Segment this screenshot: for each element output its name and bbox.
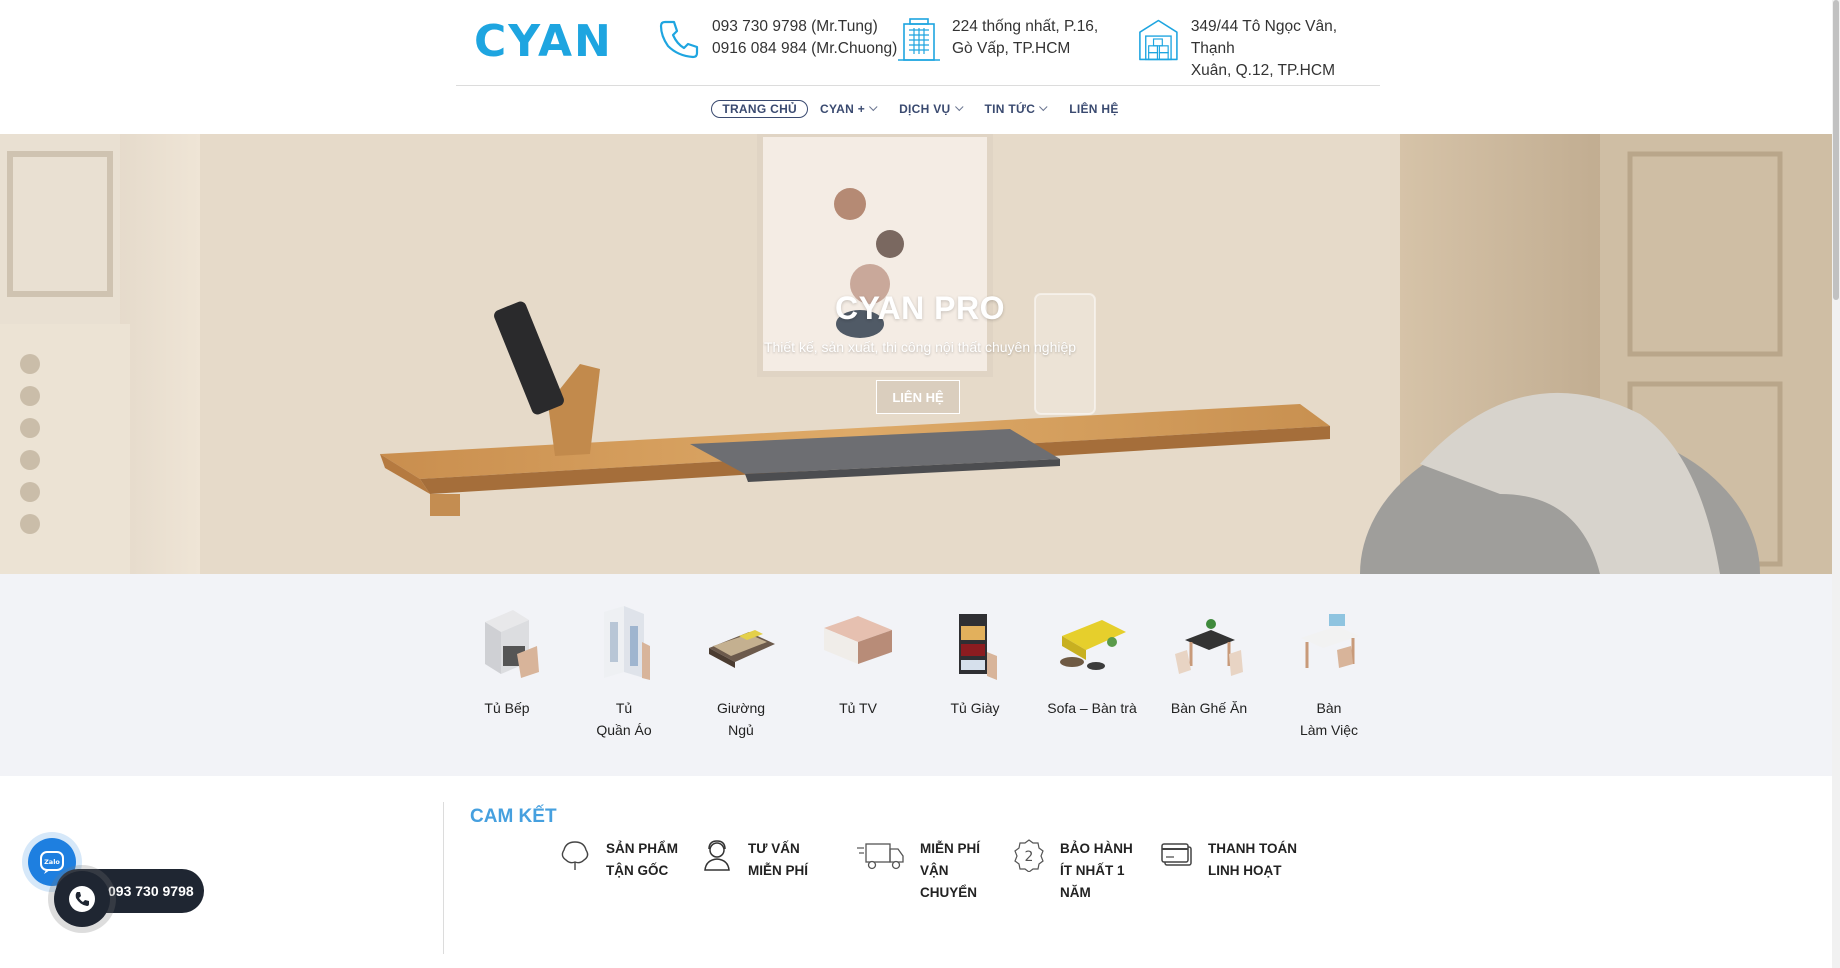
category-bed[interactable]: Giường Ngủ [686, 602, 796, 741]
shoe-cabinet-icon [959, 614, 997, 680]
hero-banner: CYAN PRO Thiết kế, sản xuất, thi công nộ… [0, 134, 1840, 574]
category-dining-table-label: Bàn Ghế Ăn [1170, 700, 1248, 716]
zalo-icon: Zalo [40, 851, 64, 874]
building-icon [898, 18, 940, 61]
category-shoe-cabinet-label: Tủ Giày [950, 700, 1000, 716]
category-sofa-label: Sofa – Bàn trà [1047, 700, 1137, 716]
category-tv-cabinet[interactable]: Tủ TV [803, 602, 913, 719]
factory-icon [1139, 19, 1178, 61]
scrollbar-thumb[interactable] [1833, 0, 1839, 300]
chevron-down-icon [869, 102, 878, 112]
category-work-desk[interactable]: Bàn Làm Việc [1274, 602, 1384, 741]
dining-table-icon [1175, 619, 1243, 676]
contact-phone[interactable]: 093 730 9798 (Mr.Tung) 0916 084 984 (Mr.… [656, 16, 897, 62]
chevron-down-icon [954, 102, 964, 112]
contact-factory: 349/44 Tô Ngọc Vân, Thạnh Xuân, Q.12, TP… [1136, 16, 1380, 82]
consultant-icon [704, 840, 730, 871]
category-strip: Tủ Bếp Tủ Quần Áo Giường Ngủ Tủ TV Tủ Gi… [0, 574, 1840, 776]
commitment-item-warranty: 2 BẢO HÀNH ÍT NHẤT 1 NĂM [1012, 838, 1133, 904]
nav-item-contact-label: LIÊN HỆ [1069, 102, 1119, 116]
hotline-number: 093 730 9798 [108, 883, 194, 899]
commitment-item-consult: TƯ VẤN MIỄN PHÍ [700, 838, 808, 882]
category-bed-label: Giường Ngủ [716, 700, 766, 738]
category-sofa[interactable]: Sofa – Bàn trà [1037, 602, 1147, 719]
nav-item-home[interactable]: TRANG CHỦ [711, 100, 809, 118]
commitment-item-payment: THANH TOÁN LINH HOẠT [1160, 838, 1297, 882]
category-kitchen-cabinet[interactable]: Tủ Bếp [452, 602, 562, 719]
commitment-title: CAM KẾT [470, 806, 557, 827]
category-work-desk-label: Bàn Làm Việc [1299, 700, 1359, 738]
nav-item-home-label: TRANG CHỦ [722, 102, 798, 116]
bed-icon [709, 630, 775, 668]
contact-factory-line1: 349/44 Tô Ngọc Vân, Thạnh [1190, 18, 1338, 57]
contact-office-line2: Gò Vấp, TP.HCM [952, 40, 1071, 57]
credit-card-icon [1161, 843, 1192, 866]
header-top-bar: CYAN 093 730 9798 (Mr.Tung) 0916 084 984… [456, 0, 1380, 86]
commitment-item-shipping-label: MIỄN PHÍ VẬN CHUYỂN [920, 841, 981, 900]
phone-icon [659, 20, 699, 59]
phone-call-icon [69, 886, 95, 912]
svg-text:2: 2 [1025, 849, 1034, 865]
zalo-label: Zalo [44, 858, 60, 866]
nav-item-services-label: DỊCH VỤ [899, 102, 951, 116]
nav-item-news[interactable]: TIN TỨC [975, 100, 1058, 118]
commitment-item-warranty-label: BẢO HÀNH ÍT NHẤT 1 NĂM [1060, 841, 1133, 900]
truck-icon [857, 843, 904, 870]
category-dining-table[interactable]: Bàn Ghế Ăn [1154, 602, 1264, 719]
section-divider [443, 802, 444, 954]
category-shoe-cabinet[interactable]: Tủ Giày [920, 602, 1030, 719]
contact-phone-line2: 0916 084 984 (Mr.Chuong) [712, 40, 898, 57]
contact-office: 224 thống nhất, P.16, Gò Vấp, TP.HCM [896, 16, 1098, 62]
category-kitchen-cabinet-label: Tủ Bếp [484, 700, 530, 716]
page-scrollbar[interactable] [1832, 0, 1840, 968]
logo[interactable]: CYAN [474, 16, 613, 67]
commitment-item-consult-label: TƯ VẤN MIỄN PHÍ [748, 841, 809, 878]
nav-item-cyan-plus[interactable]: CYAN + [810, 100, 887, 118]
hero-title: CYAN PRO [835, 290, 1005, 326]
hero-subtitle: Thiết kế, sản xuất, thi công nội thất ch… [763, 339, 1077, 355]
tv-cabinet-icon [824, 616, 892, 664]
nav-item-contact[interactable]: LIÊN HỆ [1059, 100, 1128, 118]
commitment-item-origin-label: SẢN PHẨM TẬN GỐC [606, 841, 679, 878]
main-nav: TRANG CHỦ CYAN + DỊCH VỤ TIN TỨC LIÊN HỆ [0, 100, 1840, 118]
commitment-section: CAM KẾT SẢN PHẨM TẬN GỐC TƯ VẤN MIỄN PHÍ… [0, 776, 1840, 968]
tree-icon [561, 841, 589, 870]
work-desk-icon [1301, 614, 1359, 668]
commitment-item-shipping: MIỄN PHÍ VẬN CHUYỂN [856, 838, 980, 904]
hero-contact-button[interactable]: LIÊN HỆ [876, 380, 960, 414]
hotline-call-icon-button[interactable] [54, 871, 110, 927]
warranty-badge-icon: 2 [1014, 839, 1044, 872]
category-wardrobe[interactable]: Tủ Quần Áo [569, 602, 679, 741]
chevron-down-icon [1039, 102, 1048, 112]
kitchen-cabinet-icon [485, 610, 539, 678]
wardrobe-icon [604, 606, 650, 680]
nav-item-services[interactable]: DỊCH VỤ [889, 100, 972, 118]
commitment-item-origin: SẢN PHẨM TẬN GỐC [558, 838, 678, 882]
commitment-item-payment-label: THANH TOÁN LINH HOẠT [1208, 841, 1297, 878]
contact-factory-line2: Xuân, Q.12, TP.HCM [1190, 62, 1335, 79]
category-wardrobe-label: Tủ Quần Áo [596, 700, 652, 738]
category-tv-cabinet-label: Tủ TV [839, 700, 877, 716]
contact-phone-line1: 093 730 9798 (Mr.Tung) [712, 18, 878, 35]
site-header: CYAN 093 730 9798 (Mr.Tung) 0916 084 984… [0, 0, 1840, 134]
nav-item-news-label: TIN TỨC [984, 102, 1036, 116]
nav-item-cyan-plus-label: CYAN + [820, 102, 866, 116]
sofa-icon [1060, 620, 1126, 670]
contact-office-line1: 224 thống nhất, P.16, [952, 18, 1099, 35]
